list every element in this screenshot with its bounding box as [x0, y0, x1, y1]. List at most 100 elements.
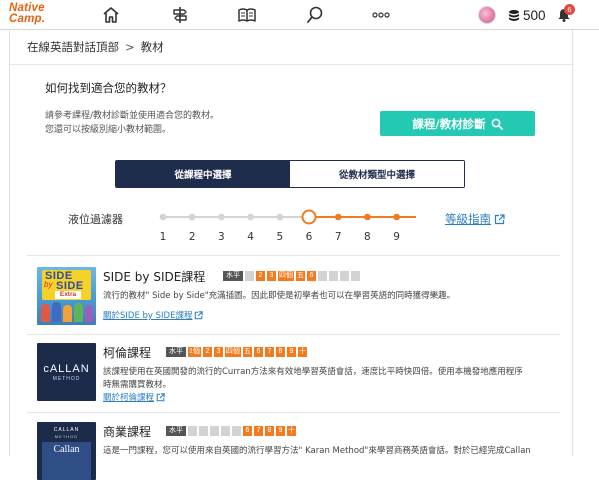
cover-callan-small: CALLAN	[53, 427, 80, 433]
course-description: 流行的教材" Side by Side"充滿插圖。因此即使是初學者也可以在學習英…	[103, 290, 563, 303]
course-description-line: 時無需購買教材。	[103, 380, 172, 390]
level-badge: 2	[256, 271, 265, 281]
course-item-side-by-side[interactable]: SIDE by SIDE Extra SIDE by SIDE課程 水平 2 3 四個…	[27, 267, 567, 327]
level-badge	[351, 271, 360, 281]
level-badge: 6	[243, 426, 252, 436]
cover-callan: cALLAN	[43, 363, 90, 375]
slider-tick-label: 2	[189, 231, 196, 243]
level-guide-label: 等級指南	[445, 212, 491, 226]
level-range-slider[interactable]: 12345678910	[146, 206, 416, 246]
level-badge: 6	[253, 347, 263, 357]
coin-stack-icon	[509, 9, 519, 21]
course-about-link[interactable]: 關於柯倫課程	[103, 391, 165, 403]
course-item-callan[interactable]: cALLAN METHOD 柯倫課程 水平 1個 2 3 四個五 6 7 8 9 十 該課程使用在…	[27, 343, 567, 405]
course-description: 該課程使用在英國開發的流行的Curran方法來有效地學習英語會話，速度比平時快四…	[103, 366, 563, 392]
tab-by-material-type[interactable]: 從教材類型中選擇	[290, 161, 464, 187]
logo-line-2: Camp.	[9, 13, 46, 25]
slider-handle[interactable]	[301, 209, 317, 225]
level-badge	[199, 426, 208, 436]
book-icon[interactable]	[237, 5, 257, 25]
tab-label: 從教材類型中選擇	[338, 170, 415, 181]
level-badge: 十	[287, 426, 296, 436]
slider-tick-dot	[188, 213, 196, 221]
search-icon	[491, 118, 503, 130]
breadcrumb: 在線英語對話頂部 > 教材	[27, 39, 164, 55]
level-badges: 水平 2 3 四個五 6	[223, 271, 360, 281]
selection-tabs: 從課程中選擇 從教材類型中選擇	[115, 160, 465, 188]
level-badge	[329, 271, 338, 281]
slider-tick-label: 3	[218, 231, 225, 243]
course-title[interactable]: 商業課程	[103, 423, 151, 440]
level-badge	[188, 426, 197, 436]
help-line-2: 您還可以按級別縮小教材範圍。	[45, 125, 172, 135]
divider	[27, 255, 560, 256]
tab-label: 從課程中選擇	[174, 170, 232, 181]
course-description: 這是一門課程，您可以使用來自英國的流行學習方法" Karan Method"來學…	[103, 445, 563, 458]
signpost-icon[interactable]	[170, 5, 190, 25]
coin-balance[interactable]: 500	[508, 7, 546, 23]
slider-tick-dot	[393, 213, 400, 221]
slider-tick-label: 7	[335, 231, 342, 243]
level-badges: 水平 6 7 8 9 十	[166, 426, 296, 436]
level-badge	[340, 271, 349, 281]
breadcrumb-separator: >	[125, 40, 135, 54]
course-title[interactable]: SIDE by SIDE課程	[103, 268, 205, 285]
help-text: 請參考課程/教材診斷並使用適合您的教材。 您還可以按級別縮小教材範圍。	[45, 109, 219, 137]
search-icon[interactable]	[305, 5, 325, 25]
coin-count: 500	[523, 7, 546, 23]
level-guide-link[interactable]: 等級指南	[445, 211, 505, 227]
cover-method: METHOD	[52, 376, 81, 382]
level-badge: 1個	[188, 347, 201, 357]
level-badge: 四個	[278, 271, 294, 281]
slider-tick-dot	[334, 213, 342, 221]
level-badges: 水平 1個 2 3 四個五 6 7 8 9 十	[166, 347, 307, 357]
slider-tick-label: 1	[160, 231, 167, 243]
business-cover-image: CALLAN METHOD Callan	[37, 422, 96, 480]
cover-callan-script: Callan	[53, 444, 80, 455]
level-badge: 7	[264, 347, 274, 357]
help-line-1: 請參考課程/教材診斷並使用適合您的教材。	[45, 111, 220, 121]
level-badge: 十	[297, 347, 307, 357]
slider-tick-label: 4	[247, 231, 254, 243]
more-icon[interactable]	[371, 5, 391, 25]
slider-tick-label: 8	[364, 231, 371, 243]
slider-tick-dot	[276, 213, 284, 221]
side-by-side-cover-image: SIDE by SIDE Extra	[37, 267, 96, 325]
slider-tick-dot	[159, 213, 167, 221]
course-description-line: 該課程使用在英國開發的流行的Curran方法來有效地學習英語會話，速度比平時快四…	[103, 367, 523, 377]
slider-tick-label: 9	[393, 231, 400, 243]
breadcrumb-current: 教材	[140, 40, 164, 54]
level-badge: 2	[202, 347, 212, 357]
diagnose-button[interactable]: 課程/教材診斷	[380, 111, 535, 136]
level-badge: 9	[286, 347, 296, 357]
home-icon[interactable]	[101, 5, 121, 25]
course-description-line: 這是一門課程，您可以使用來自英國的流行學習方法" Karan Method"來學…	[103, 446, 531, 456]
level-badge: 五	[242, 347, 252, 357]
course-item-business[interactable]: CALLAN METHOD Callan 商業課程 水平 6 7 8 9 十 這是一門課程…	[27, 422, 567, 480]
avatar[interactable]	[478, 6, 496, 24]
external-link-icon	[195, 310, 204, 319]
page-gutter	[574, 30, 599, 456]
divider	[27, 334, 560, 335]
native-camp-logo[interactable]: Native Camp.	[9, 2, 46, 25]
tab-by-course[interactable]: 從課程中選擇	[116, 161, 290, 187]
breadcrumb-home[interactable]: 在線英語對話頂部	[27, 39, 119, 55]
level-badge	[318, 271, 327, 281]
external-link-icon	[494, 213, 505, 224]
level-badge: 3	[213, 347, 223, 357]
level-badge: 8	[265, 426, 274, 436]
course-title[interactable]: 柯倫課程	[103, 344, 151, 361]
top-navigation-bar: Native Camp. 500 6	[0, 0, 599, 30]
course-about-link[interactable]: 關於SIDE by SIDE課程	[103, 309, 204, 321]
slider-tick-label: 6	[306, 231, 313, 243]
course-about-label: 關於SIDE by SIDE課程	[103, 311, 193, 321]
external-link-icon	[156, 392, 165, 401]
slider-tick-label: 5	[276, 231, 283, 243]
divider	[10, 64, 572, 65]
level-badge	[210, 426, 219, 436]
level-badge: 7	[254, 426, 263, 436]
textbook-page: 在線英語對話頂部 > 教材 如何找到適合您的教材？ 請參考課程/教材診斷並使用適…	[9, 30, 573, 480]
slider-tick-dot	[247, 213, 254, 221]
callan-cover-image: cALLAN METHOD	[37, 343, 96, 401]
level-badge: 8	[275, 347, 285, 357]
